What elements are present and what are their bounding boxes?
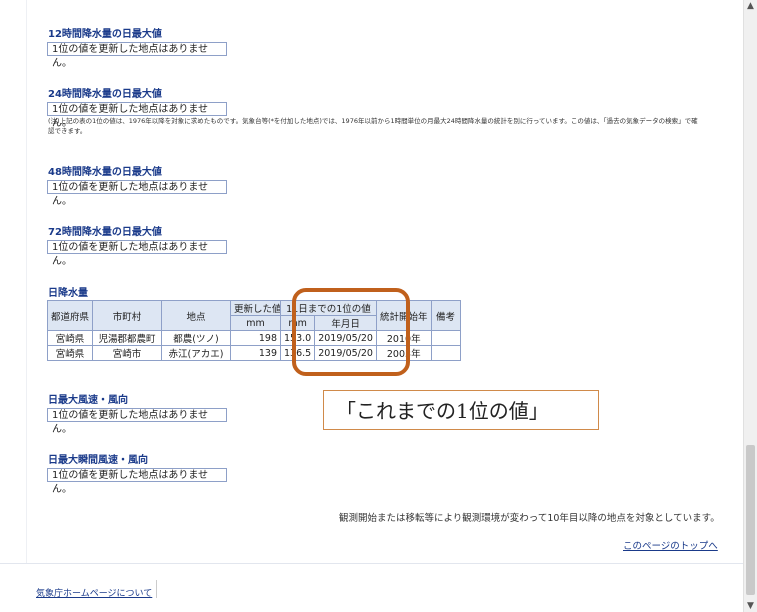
section-title-gust: 日最大瞬間風速・風向 <box>48 455 148 466</box>
cell-pref: 宮崎県 <box>46 330 94 346</box>
scroll-up-arrow-icon[interactable]: ▲ <box>744 0 757 12</box>
callout-annotation: 「これまでの1位の値」 <box>323 390 599 430</box>
highlight-box <box>292 288 410 376</box>
cell-remarks <box>430 345 461 361</box>
page-content: 12時間降水量の日最大値 1位の値を更新した地点はありません。 24時間降水量の… <box>0 0 744 612</box>
header-pref: 都道府県 <box>46 300 94 331</box>
section-title-12h: 12時間降水量の日最大値 <box>48 29 162 40</box>
footer-separator <box>156 580 157 598</box>
notice-72h: 1位の値を更新した地点はありません。 <box>47 240 227 267</box>
section-title-daily: 日降水量 <box>48 288 88 299</box>
notice-wind: 1位の値を更新した地点はありません。 <box>47 408 227 435</box>
page-top-link[interactable]: このページのトップへ <box>623 538 718 552</box>
notice-24h: 1位の値を更新した地点はありません。 <box>47 102 227 129</box>
cell-remarks <box>430 330 461 346</box>
section-title-wind: 日最大風速・風向 <box>48 395 128 406</box>
scroll-down-arrow-icon[interactable]: ▼ <box>744 600 757 612</box>
footer-divider <box>0 563 744 564</box>
header-city: 市町村 <box>92 300 163 331</box>
footnote-24h: (注)上記の表の1位の値は、1976年以降を対象に求めたものです。気象台等(*を… <box>48 117 698 135</box>
cell-updated: 198 <box>230 330 282 346</box>
notice-12h: 1位の値を更新した地点はありません。 <box>47 42 227 69</box>
header-remarks: 備考 <box>430 300 461 331</box>
cell-updated: 139 <box>230 345 282 361</box>
cell-city: 宮崎市 <box>92 345 163 361</box>
vertical-scrollbar[interactable]: ▲ ▼ <box>743 0 757 612</box>
cell-site: 赤江(アカエ) <box>161 345 232 361</box>
section-title-48h: 48時間降水量の日最大値 <box>48 167 162 178</box>
footer-link-about[interactable]: 気象庁ホームページについて <box>36 586 152 599</box>
header-updated: 更新した値 <box>230 300 282 316</box>
header-updated-unit: mm <box>230 315 282 331</box>
bottom-note: 観測開始または移転等により観測環境が変わって10年目以降の地点を対象としています… <box>339 513 720 524</box>
content-border <box>26 0 27 563</box>
cell-site: 都農(ツノ) <box>161 330 232 346</box>
cell-city: 児湯郡都農町 <box>92 330 163 346</box>
section-title-72h: 72時間降水量の日最大値 <box>48 227 162 238</box>
scrollbar-thumb[interactable] <box>746 445 755 595</box>
notice-48h: 1位の値を更新した地点はありません。 <box>47 180 227 207</box>
notice-gust: 1位の値を更新した地点はありません。 <box>47 468 227 495</box>
section-title-24h: 24時間降水量の日最大値 <box>48 89 162 100</box>
header-site: 地点 <box>161 300 232 331</box>
cell-pref: 宮崎県 <box>46 345 94 361</box>
